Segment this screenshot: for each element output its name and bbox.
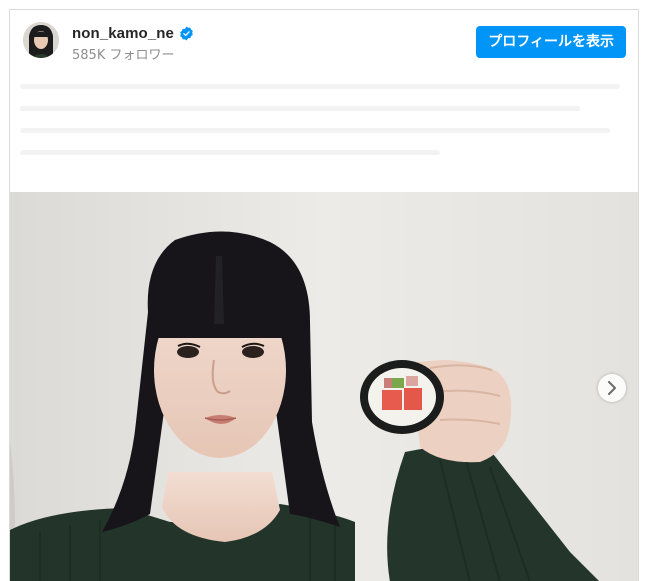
username[interactable]: non_kamo_ne	[72, 25, 174, 42]
carousel-next-button[interactable]	[598, 374, 626, 402]
instagram-embed-card: non_kamo_ne 585K フォロワー プロフィールを表示	[9, 9, 639, 581]
chevron-right-icon	[608, 381, 616, 395]
verified-badge-icon	[179, 26, 194, 41]
post-header: non_kamo_ne 585K フォロワー プロフィールを表示	[10, 10, 638, 70]
avatar[interactable]	[23, 22, 59, 58]
caption-placeholder-line	[20, 84, 620, 89]
username-row: non_kamo_ne	[72, 25, 194, 42]
sushi-roll	[360, 360, 444, 434]
caption-placeholder-line	[20, 150, 440, 155]
caption-placeholder-line	[20, 106, 580, 111]
caption-area	[10, 70, 638, 192]
follower-count: 585K フォロワー	[72, 48, 175, 63]
caption-placeholder-line	[20, 128, 610, 133]
view-profile-button[interactable]: プロフィールを表示	[476, 26, 626, 58]
post-photo[interactable]	[10, 192, 638, 581]
